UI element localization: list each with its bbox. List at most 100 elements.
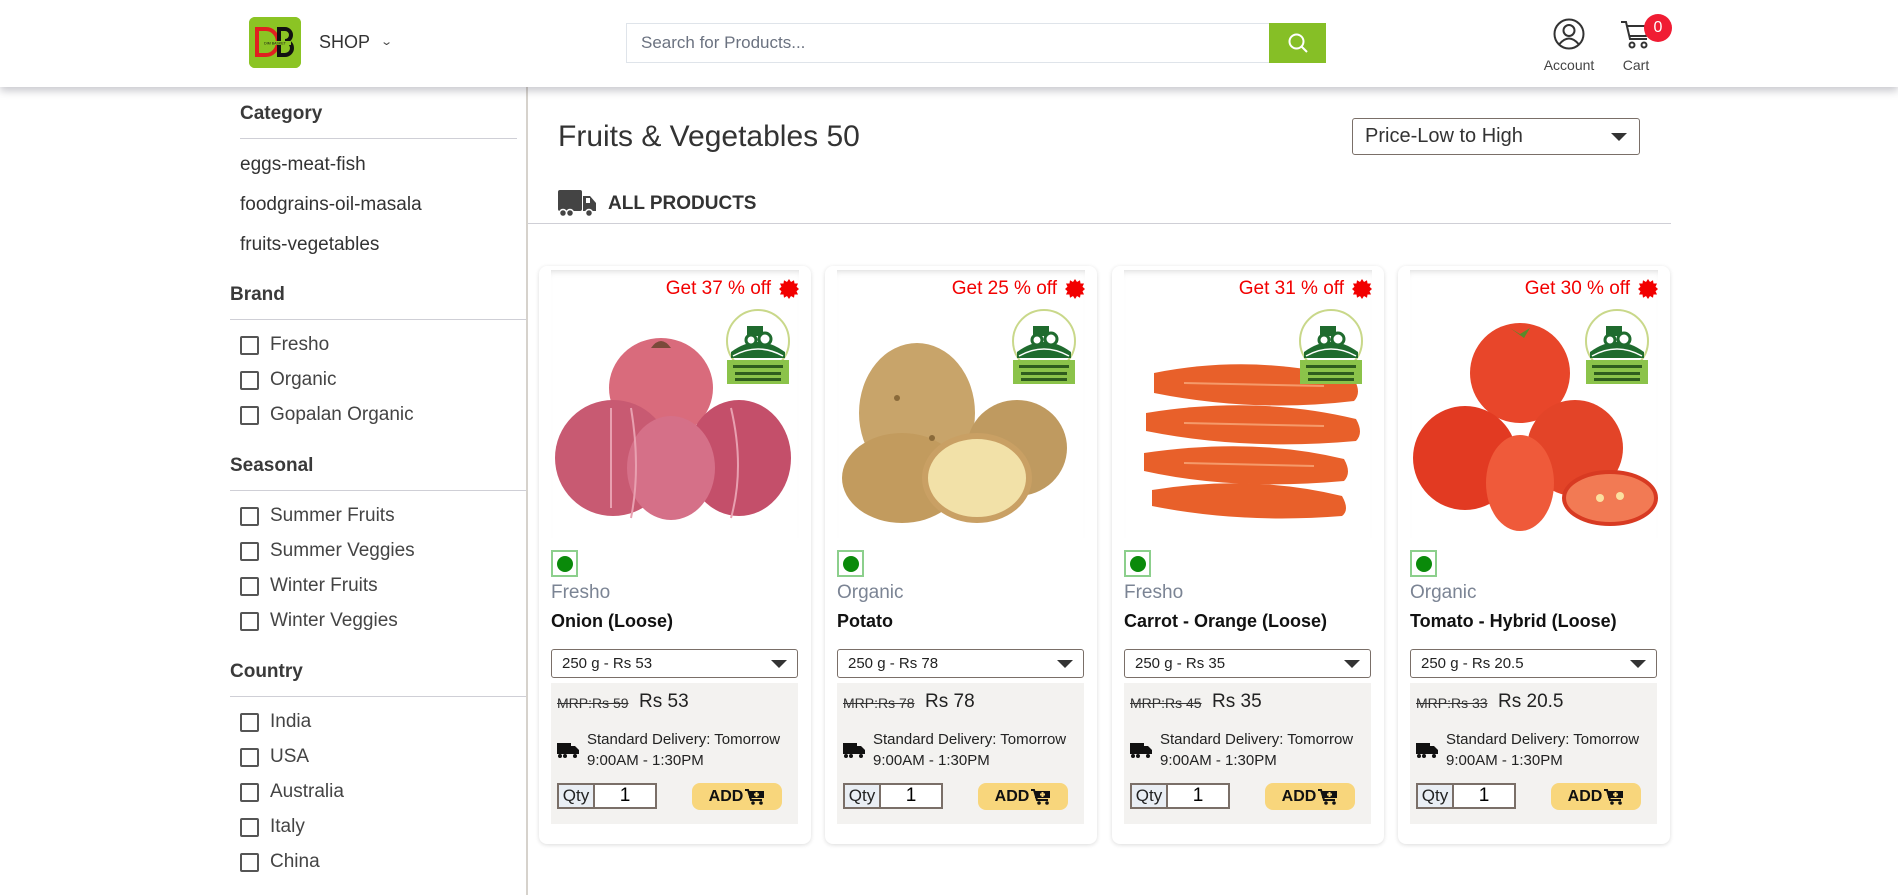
product-name[interactable]: Potato: [837, 611, 893, 632]
variant-selected-value: 250 g - Rs 78: [848, 655, 939, 672]
cart-button[interactable]: 0 Cart: [1616, 14, 1672, 73]
country-heading: Country: [230, 661, 303, 682]
page-title: Fruits & Vegetables 50: [558, 120, 860, 153]
product-image-area[interactable]: Get 37 % off: [551, 270, 799, 538]
checkbox[interactable]: [240, 747, 259, 767]
cart-count-badge: 0: [1644, 14, 1672, 42]
site-logo[interactable]: DIM BASKET: [249, 17, 301, 68]
sale-price: Rs 53: [639, 691, 689, 712]
user-icon: [1553, 18, 1585, 50]
qty-input[interactable]: [1454, 785, 1514, 807]
account-button[interactable]: Account: [1539, 18, 1599, 73]
divider: [240, 138, 517, 139]
offer-badge: Get 31 % off: [1239, 278, 1372, 300]
delivery-info: Standard Delivery: Tomorrow 9:00AM - 1:3…: [1160, 729, 1353, 771]
cart-plus-icon: [1031, 788, 1051, 805]
delivery-info: Standard Delivery: Tomorrow 9:00AM - 1:3…: [873, 729, 1066, 771]
checkbox[interactable]: [240, 782, 259, 802]
delivery-truck-icon: [1416, 743, 1438, 758]
price-panel: MRP:Rs 33 Rs 20.5 Standard Delivery: Tom…: [1410, 683, 1657, 824]
shop-menu[interactable]: SHOP ⌄: [319, 32, 393, 53]
quantity-field: Qty: [843, 783, 943, 809]
checkbox[interactable]: [240, 576, 259, 596]
offer-badge: Get 25 % off: [952, 278, 1085, 300]
product-name[interactable]: Onion (Loose): [551, 611, 673, 632]
delivery-info: Standard Delivery: Tomorrow 9:00AM - 1:3…: [587, 729, 780, 771]
qty-input[interactable]: [595, 785, 655, 807]
filter-country-india[interactable]: India: [240, 711, 311, 733]
farmers-partner-badge-icon: [1585, 309, 1649, 384]
filter-winter-veggies[interactable]: Winter Veggies: [240, 610, 398, 632]
checkbox[interactable]: [240, 611, 259, 631]
delivery-window: 9:00AM - 1:30PM: [873, 752, 990, 769]
product-image-area[interactable]: Get 25 % off: [837, 270, 1085, 538]
filter-country-australia[interactable]: Australia: [240, 781, 344, 803]
starburst-icon: [779, 279, 799, 299]
filter-summer-fruits[interactable]: Summer Fruits: [240, 505, 395, 527]
checkbox[interactable]: [240, 370, 259, 390]
category-link[interactable]: eggs-meat-fish: [240, 154, 366, 176]
product-image-area[interactable]: Get 31 % off: [1124, 270, 1372, 538]
add-to-cart-button[interactable]: ADD: [1551, 783, 1641, 810]
delivery-window: 9:00AM - 1:30PM: [587, 752, 704, 769]
product-card: Get 37 % off Fresho Onion (Loose) 250 g …: [539, 266, 811, 844]
checkbox[interactable]: [240, 405, 259, 425]
category-link[interactable]: foodgrains-oil-masala: [240, 194, 422, 216]
qty-input[interactable]: [1168, 785, 1228, 807]
add-to-cart-button[interactable]: ADD: [978, 783, 1068, 810]
starburst-icon: [1352, 279, 1372, 299]
divider: [230, 490, 526, 491]
qty-label: Qty: [1418, 785, 1454, 807]
checkbox[interactable]: [240, 506, 259, 526]
product-brand: Organic: [837, 582, 904, 603]
search-button[interactable]: [1269, 23, 1326, 63]
mrp-price: MRP:Rs 45: [1130, 695, 1202, 711]
filter-winter-fruits[interactable]: Winter Fruits: [240, 575, 378, 597]
sort-select[interactable]: Price-Low to High: [1352, 118, 1640, 155]
product-name[interactable]: Tomato - Hybrid (Loose): [1410, 611, 1617, 632]
delivery-truck-icon: [1130, 743, 1152, 758]
qty-label: Qty: [559, 785, 595, 807]
checkbox[interactable]: [240, 852, 259, 872]
cart-label: Cart: [1622, 57, 1650, 73]
divider: [230, 319, 526, 320]
product-image-area[interactable]: Get 30 % off: [1410, 270, 1658, 538]
add-to-cart-button[interactable]: ADD: [692, 783, 782, 810]
dropdown-arrow-icon: [771, 659, 787, 668]
product-name[interactable]: Carrot - Orange (Loose): [1124, 611, 1327, 632]
shop-label: SHOP: [319, 32, 371, 52]
checkbox[interactable]: [240, 335, 259, 355]
filter-country-usa[interactable]: USA: [240, 746, 309, 768]
filter-summer-veggies[interactable]: Summer Veggies: [240, 540, 415, 562]
variant-select[interactable]: 250 g - Rs 78: [837, 649, 1084, 678]
product-brand: Fresho: [551, 582, 611, 603]
checkbox[interactable]: [240, 541, 259, 561]
quantity-field: Qty: [1130, 783, 1230, 809]
variant-selected-value: 250 g - Rs 35: [1135, 655, 1226, 672]
price-panel: MRP:Rs 59 Rs 53 Standard Delivery: Tomor…: [551, 683, 798, 824]
qty-input[interactable]: [881, 785, 941, 807]
filter-country-italy[interactable]: Italy: [240, 816, 305, 838]
filter-brand-organic[interactable]: Organic: [240, 369, 337, 391]
variant-selected-value: 250 g - Rs 20.5: [1421, 655, 1524, 672]
filter-brand-fresho[interactable]: Fresho: [240, 334, 329, 356]
checkbox[interactable]: [240, 817, 259, 837]
search-input[interactable]: [626, 23, 1269, 63]
offer-text: Get 31 % off: [1238, 278, 1344, 299]
checkbox[interactable]: [240, 712, 259, 732]
delivery-day: Standard Delivery: Tomorrow: [873, 731, 1067, 748]
starburst-icon: [1065, 279, 1085, 299]
add-to-cart-button[interactable]: ADD: [1265, 783, 1355, 810]
farmers-partner-badge-icon: [726, 309, 790, 384]
mrp-price: MRP:Rs 59: [557, 695, 629, 711]
category-link[interactable]: fruits-vegetables: [240, 234, 379, 256]
seasonal-heading: Seasonal: [230, 455, 314, 476]
variant-select[interactable]: 250 g - Rs 53: [551, 649, 798, 678]
filter-brand-gopalan-organic[interactable]: Gopalan Organic: [240, 404, 414, 426]
variant-select[interactable]: 250 g - Rs 20.5: [1410, 649, 1657, 678]
cart-plus-icon: [1604, 788, 1624, 805]
price-panel: MRP:Rs 45 Rs 35 Standard Delivery: Tomor…: [1124, 683, 1371, 824]
filter-country-china[interactable]: China: [240, 851, 320, 873]
divider: [230, 696, 526, 697]
variant-select[interactable]: 250 g - Rs 35: [1124, 649, 1371, 678]
